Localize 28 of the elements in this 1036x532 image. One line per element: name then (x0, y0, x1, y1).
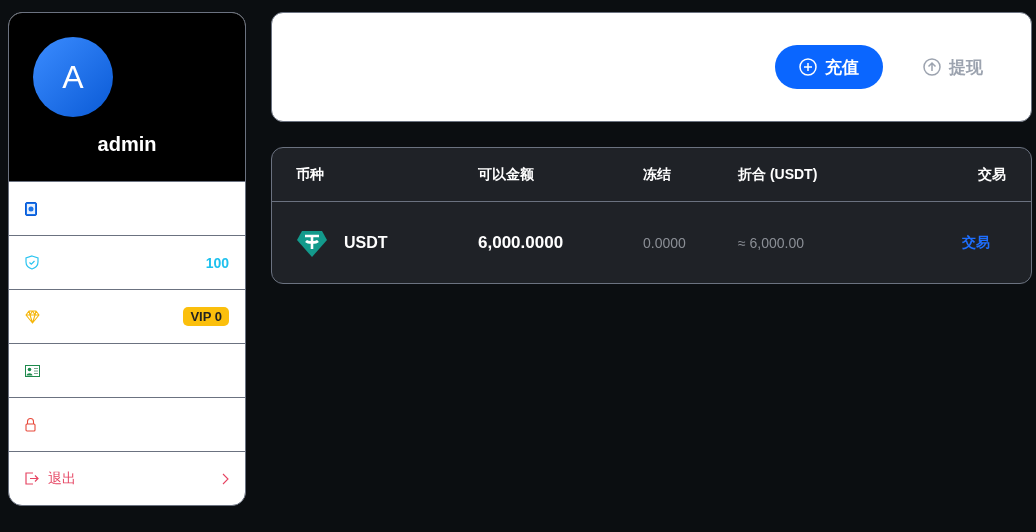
avatar: A (33, 37, 113, 117)
logout-label: 退出 (48, 469, 76, 488)
username: admin (96, 133, 158, 156)
trade-link[interactable]: 交易 (962, 233, 990, 252)
column-header: 冻结 (643, 165, 672, 184)
coin-name: USDT (344, 233, 388, 252)
frozen-amount: 0.0000 (643, 234, 687, 251)
deposit-button[interactable]: 充值 (775, 45, 883, 89)
arrow-up-circle-icon (923, 58, 941, 76)
chevron-icon (222, 472, 229, 485)
column-header: 可以金额 (478, 165, 535, 184)
security-score: 100 (205, 254, 229, 271)
lock-icon (25, 417, 36, 432)
id-card-icon (25, 364, 40, 377)
column-header: 币种 (296, 165, 325, 184)
menu-item[interactable]: VIP 0 (9, 289, 245, 343)
plus-circle-icon (799, 58, 817, 76)
column-header: 折合 (USDT) (738, 165, 819, 184)
menu-item[interactable]: 退出 (9, 451, 245, 505)
diamond-icon (25, 309, 40, 324)
logout-icon (25, 472, 40, 485)
shield-icon (25, 255, 39, 270)
menu-item[interactable]: 100 (9, 235, 245, 289)
equivalent-value: ≈ 6,000.00 (738, 234, 806, 251)
available-amount: 6,000.0000 (478, 232, 565, 253)
vip-badge: VIP 0 (183, 307, 229, 326)
column-header: 交易 (978, 165, 1006, 184)
contact-card-icon (25, 201, 37, 216)
